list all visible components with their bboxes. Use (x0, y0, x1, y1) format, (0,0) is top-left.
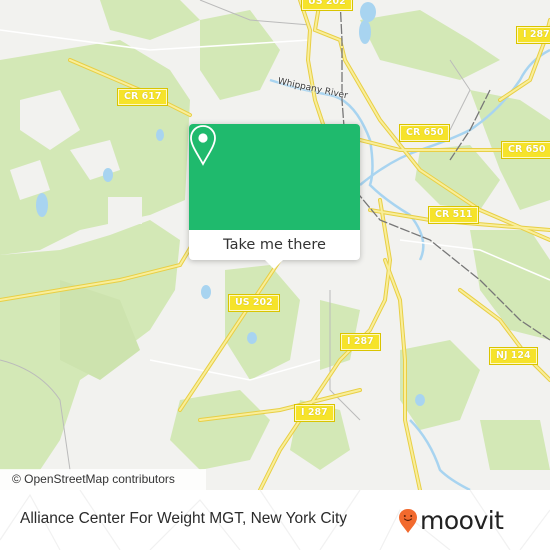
map-attribution[interactable]: © OpenStreetMap contributors (0, 469, 206, 490)
moovit-pin-icon (399, 509, 417, 533)
take-me-there-button[interactable]: Take me there (189, 230, 360, 260)
road-label-nj124: NJ 124 (489, 347, 538, 365)
location-popup: Take me there (189, 124, 360, 269)
popup-header (189, 124, 360, 230)
road-label-i287-low: I 287 (294, 404, 335, 422)
moovit-logo-text: moovit (420, 506, 504, 535)
road-label-us202-top: US 202 (301, 0, 353, 11)
moovit-logo[interactable]: moovit (398, 506, 504, 536)
road-label-cr617: CR 617 (116, 88, 169, 106)
road-label-i287-mid: I 287 (340, 333, 381, 351)
road-label-us202: US 202 (228, 294, 280, 312)
popup-tail (265, 260, 283, 269)
map-pin-icon (190, 125, 216, 166)
place-name: Alliance Center For Weight MGT, New York… (20, 510, 348, 527)
map-view[interactable]: US 202 I 287 CR 617 CR 650 CR 650 CR 511… (0, 0, 550, 490)
road-label-cr650-b: CR 650 (500, 141, 550, 159)
road-label-cr650-a: CR 650 (398, 124, 451, 142)
road-label-cr511: CR 511 (427, 206, 480, 224)
footer: Alliance Center For Weight MGT, New York… (0, 490, 550, 550)
road-label-i287-top: I 287 (516, 26, 550, 44)
